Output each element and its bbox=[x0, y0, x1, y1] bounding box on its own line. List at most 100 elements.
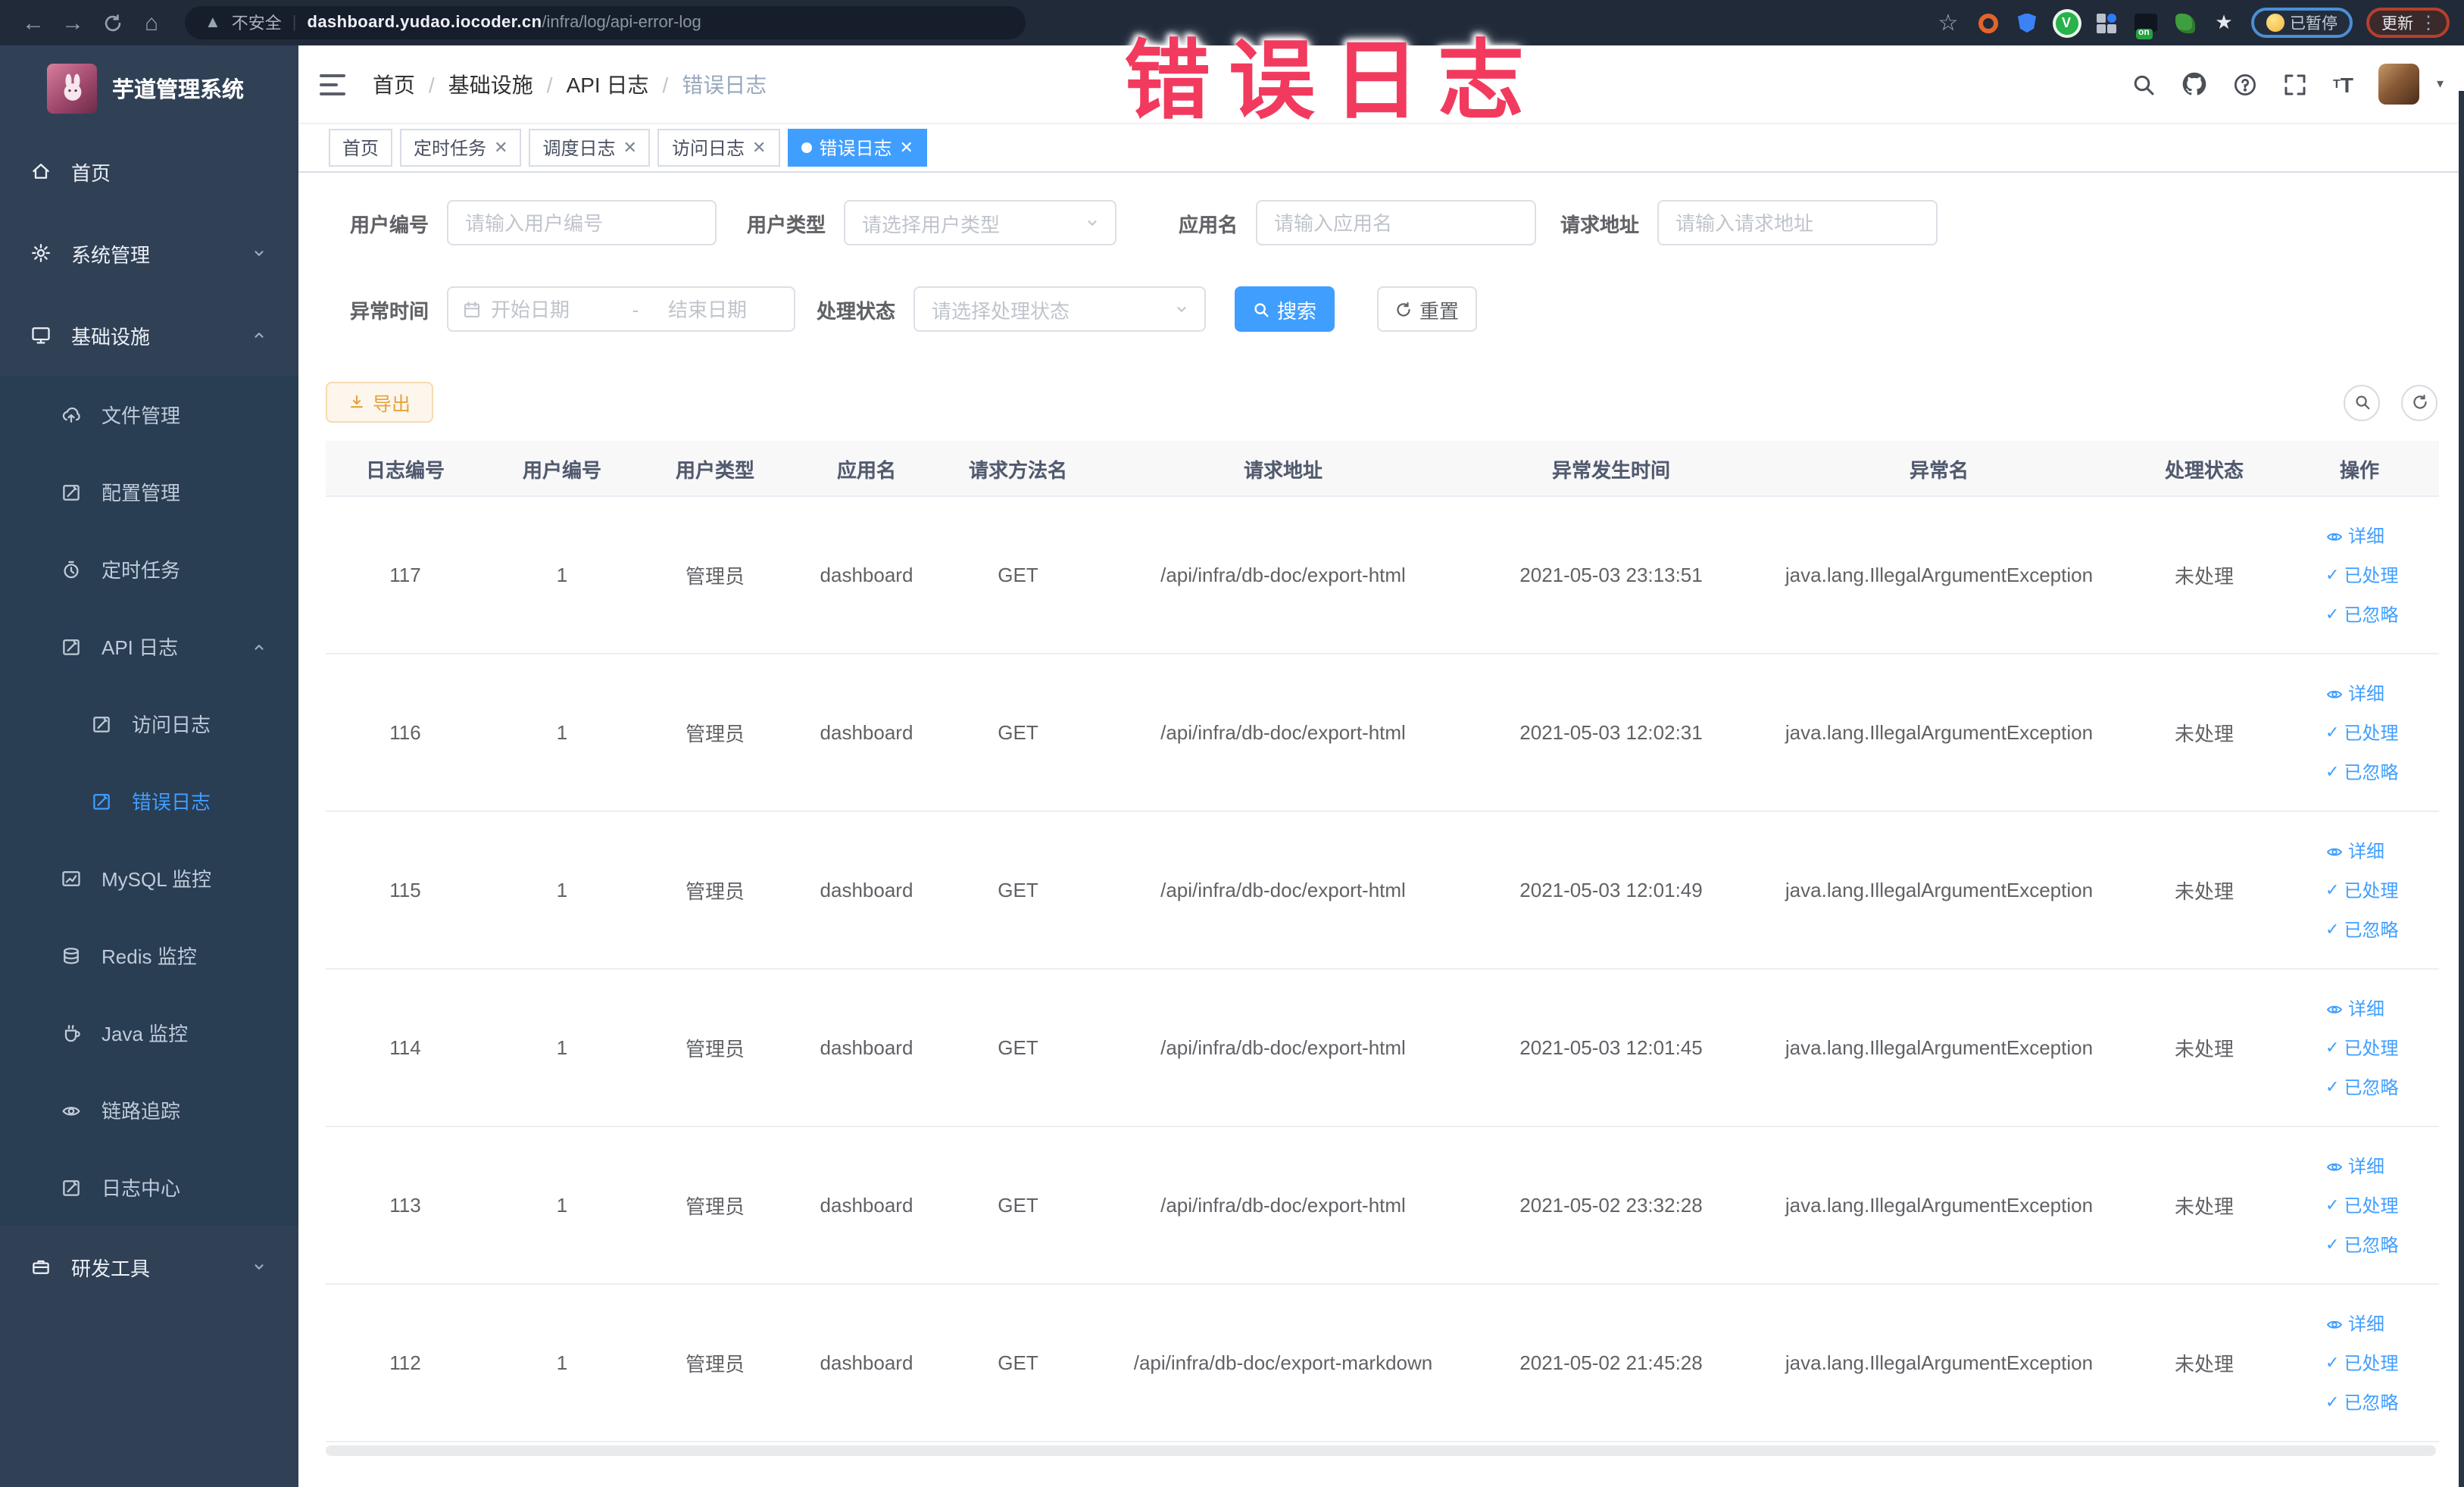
sidebar-item-file-mgmt[interactable]: 文件管理 bbox=[0, 376, 298, 453]
browser-menu-icon[interactable]: ⋮ bbox=[2419, 12, 2437, 33]
mark-processed-link[interactable]: ✓ 已处理 bbox=[2325, 1035, 2398, 1061]
exception-time-range-picker[interactable]: - bbox=[447, 286, 795, 332]
check-icon: ✓ bbox=[2325, 724, 2340, 742]
user-type-select[interactable]: 请选择用户类型 bbox=[844, 200, 1116, 245]
mark-processed-link[interactable]: ✓ 已处理 bbox=[2325, 1350, 2398, 1376]
table-row: 114 1 管理员 dashboard GET /api/infra/db-do… bbox=[326, 970, 2439, 1127]
mark-ignored-link[interactable]: ✓ 已忽略 bbox=[2325, 917, 2398, 942]
reset-button[interactable]: 重置 bbox=[1377, 286, 1478, 332]
avatar[interactable] bbox=[2378, 64, 2420, 105]
paused-badge[interactable]: 已暂停 bbox=[2250, 8, 2353, 38]
sidebar-item-infra[interactable]: 基础设施 bbox=[0, 294, 298, 376]
mark-processed-link[interactable]: ✓ 已处理 bbox=[2325, 720, 2398, 745]
extension-grid-icon[interactable] bbox=[2093, 10, 2119, 36]
mark-ignored-link[interactable]: ✓ 已忽略 bbox=[2325, 1074, 2398, 1100]
eye-icon bbox=[2327, 532, 2342, 540]
mark-processed-link[interactable]: ✓ 已处理 bbox=[2325, 877, 2398, 903]
tab-schedule-log[interactable]: 调度日志 ✕ bbox=[529, 129, 651, 167]
bookmark-star-icon[interactable]: ☆ bbox=[1935, 10, 1961, 36]
start-date-input[interactable] bbox=[491, 298, 603, 320]
user-id-input[interactable] bbox=[447, 200, 717, 245]
font-size-icon[interactable]: TT bbox=[2333, 73, 2353, 95]
close-icon[interactable]: ✕ bbox=[494, 138, 507, 158]
check-icon: ✓ bbox=[2325, 882, 2340, 900]
app-name-input[interactable] bbox=[1256, 200, 1536, 245]
extension-v-icon[interactable]: V bbox=[2053, 10, 2079, 36]
table-row: 115 1 管理员 dashboard GET /api/infra/db-do… bbox=[326, 812, 2439, 970]
extension-orange-icon[interactable] bbox=[1975, 10, 2000, 36]
detail-link[interactable]: 详细 bbox=[2325, 680, 2384, 706]
sidebar-item-scheduled-jobs[interactable]: 定时任务 bbox=[0, 530, 298, 608]
sidebar-item-error-log[interactable]: 错误日志 bbox=[0, 762, 298, 839]
tab-scheduled-jobs[interactable]: 定时任务 ✕ bbox=[400, 129, 522, 167]
search-button[interactable]: 搜索 bbox=[1235, 286, 1335, 332]
sidebar-item-java-monitor[interactable]: Java 监控 bbox=[0, 994, 298, 1071]
sidebar-item-redis-monitor[interactable]: Redis 监控 bbox=[0, 917, 298, 994]
extension-onoff-icon[interactable] bbox=[2132, 10, 2158, 39]
hamburger-icon[interactable] bbox=[320, 73, 345, 95]
mark-ignored-link[interactable]: ✓ 已忽略 bbox=[2325, 1232, 2398, 1257]
sidebar-item-config-mgmt[interactable]: 配置管理 bbox=[0, 453, 298, 530]
check-icon: ✓ bbox=[2325, 1039, 2340, 1057]
tab-access-log[interactable]: 访问日志 ✕ bbox=[657, 129, 780, 167]
breadcrumb-item[interactable]: 首页 bbox=[373, 69, 415, 99]
close-icon[interactable]: ✕ bbox=[623, 138, 637, 158]
mark-ignored-link[interactable]: ✓ 已忽略 bbox=[2325, 759, 2398, 785]
search-icon[interactable] bbox=[2131, 72, 2156, 96]
sidebar-item-access-log[interactable]: 访问日志 bbox=[0, 685, 298, 762]
update-badge[interactable]: 更新 ⋮ bbox=[2366, 8, 2450, 38]
mark-ignored-link[interactable]: ✓ 已忽略 bbox=[2325, 601, 2398, 627]
browser-forward-icon[interactable]: → bbox=[55, 5, 91, 41]
request-url-input[interactable] bbox=[1657, 200, 1938, 245]
extensions-puzzle-icon[interactable]: ★ bbox=[2211, 10, 2237, 36]
extension-shield-icon[interactable] bbox=[2014, 10, 2040, 36]
horizontal-scrollbar[interactable] bbox=[326, 1445, 2436, 1456]
sidebar-item-system[interactable]: 系统管理 bbox=[0, 212, 298, 294]
vertical-scrollbar[interactable] bbox=[2459, 91, 2464, 1487]
refresh-table-button[interactable] bbox=[2401, 384, 2437, 420]
tab-home[interactable]: 首页 bbox=[329, 129, 393, 167]
fullscreen-icon[interactable] bbox=[2283, 72, 2307, 96]
extension-leaf-icon[interactable] bbox=[2172, 10, 2197, 36]
tab-error-log[interactable]: 错误日志 ✕ bbox=[787, 129, 927, 167]
close-icon[interactable]: ✕ bbox=[899, 138, 913, 158]
browser-home-icon[interactable]: ⌂ bbox=[133, 5, 170, 41]
github-icon[interactable] bbox=[2181, 71, 2207, 97]
breadcrumb-item[interactable]: API 日志 bbox=[567, 69, 649, 99]
detail-link[interactable]: 详细 bbox=[2325, 995, 2384, 1021]
detail-link[interactable]: 详细 bbox=[2325, 1153, 2384, 1179]
url-separator: | bbox=[292, 14, 297, 32]
end-date-input[interactable] bbox=[668, 298, 780, 320]
detail-link[interactable]: 详细 bbox=[2325, 838, 2384, 864]
sidebar-item-api-log[interactable]: API 日志 bbox=[0, 608, 298, 685]
address-bar[interactable]: ▲ 不安全 | dashboard.yudao.iocoder.cn/infra… bbox=[185, 6, 1026, 39]
insecure-warning-icon: ▲ bbox=[205, 14, 221, 32]
browser-reload-icon[interactable] bbox=[94, 5, 130, 41]
mark-processed-link[interactable]: ✓ 已处理 bbox=[2325, 1192, 2398, 1218]
caret-down-icon[interactable]: ▾ bbox=[2437, 76, 2444, 92]
logo-row[interactable]: 芋道管理系统 bbox=[0, 45, 298, 130]
detail-link[interactable]: 详细 bbox=[2325, 1310, 2384, 1336]
help-icon[interactable] bbox=[2233, 72, 2257, 96]
sidebar-item-tracing[interactable]: 链路追踪 bbox=[0, 1071, 298, 1148]
calendar-icon bbox=[462, 299, 482, 319]
breadcrumb-item[interactable]: 基础设施 bbox=[448, 69, 533, 99]
sidebar-item-dev-tools[interactable]: 研发工具 bbox=[0, 1226, 298, 1307]
toggle-search-button[interactable] bbox=[2344, 384, 2380, 420]
sidebar-item-log-center[interactable]: 日志中心 bbox=[0, 1148, 298, 1226]
edit-icon bbox=[93, 716, 110, 732]
chevron-down-icon bbox=[1088, 220, 1097, 226]
browser-back-icon[interactable]: ← bbox=[15, 5, 52, 41]
row-actions: 详细 ✓ 已处理 ✓ 已忽略 bbox=[2280, 497, 2439, 653]
sidebar-item-mysql-monitor[interactable]: MySQL 监控 bbox=[0, 839, 298, 917]
export-button[interactable]: 导出 bbox=[326, 382, 434, 423]
sidebar-item-home[interactable]: 首页 bbox=[0, 130, 298, 212]
close-icon[interactable]: ✕ bbox=[752, 138, 766, 158]
screen: ← → ⌂ ▲ 不安全 | dashboard.yudao.iocoder.cn… bbox=[0, 0, 2464, 1487]
check-icon: ✓ bbox=[2325, 1354, 2340, 1373]
mark-processed-link[interactable]: ✓ 已处理 bbox=[2325, 562, 2398, 588]
detail-link[interactable]: 详细 bbox=[2325, 523, 2384, 548]
process-status-select[interactable]: 请选择处理状态 bbox=[913, 286, 1206, 332]
check-icon: ✓ bbox=[2325, 921, 2340, 939]
mark-ignored-link[interactable]: ✓ 已忽略 bbox=[2325, 1389, 2398, 1415]
